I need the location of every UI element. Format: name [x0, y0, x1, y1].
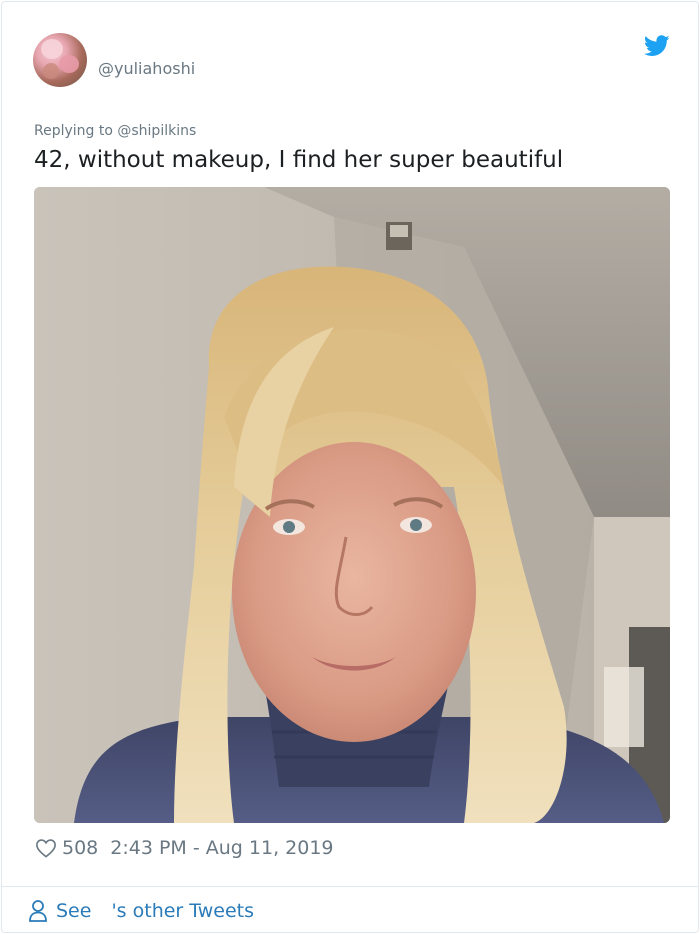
tweet-text: 42, without makeup, I find her super bea…: [34, 147, 564, 173]
person-icon: [29, 900, 47, 922]
like-count[interactable]: 508: [62, 837, 98, 859]
other-tweets-label[interactable]: 's other Tweets: [111, 900, 254, 922]
tweet-photo[interactable]: [34, 187, 670, 823]
see-label[interactable]: See: [56, 900, 91, 922]
user-handle[interactable]: @yuliahoshi: [98, 59, 195, 79]
see-other-tweets-link[interactable]: See 's other Tweets: [28, 898, 254, 924]
tweet-meta: 508 2:43 PM - Aug 11, 2019: [35, 835, 334, 861]
avatar[interactable]: [33, 33, 87, 87]
tweet-card: @yuliahoshi Replying to @shipilkins 42, …: [1, 1, 699, 933]
footer-divider: [2, 886, 698, 887]
twitter-bird-icon[interactable]: [644, 35, 670, 57]
selfie-image: [34, 187, 670, 823]
replying-to-label[interactable]: Replying to @shipilkins: [34, 122, 196, 140]
heart-icon[interactable]: [35, 838, 57, 858]
tweet-timestamp[interactable]: 2:43 PM - Aug 11, 2019: [110, 837, 333, 859]
